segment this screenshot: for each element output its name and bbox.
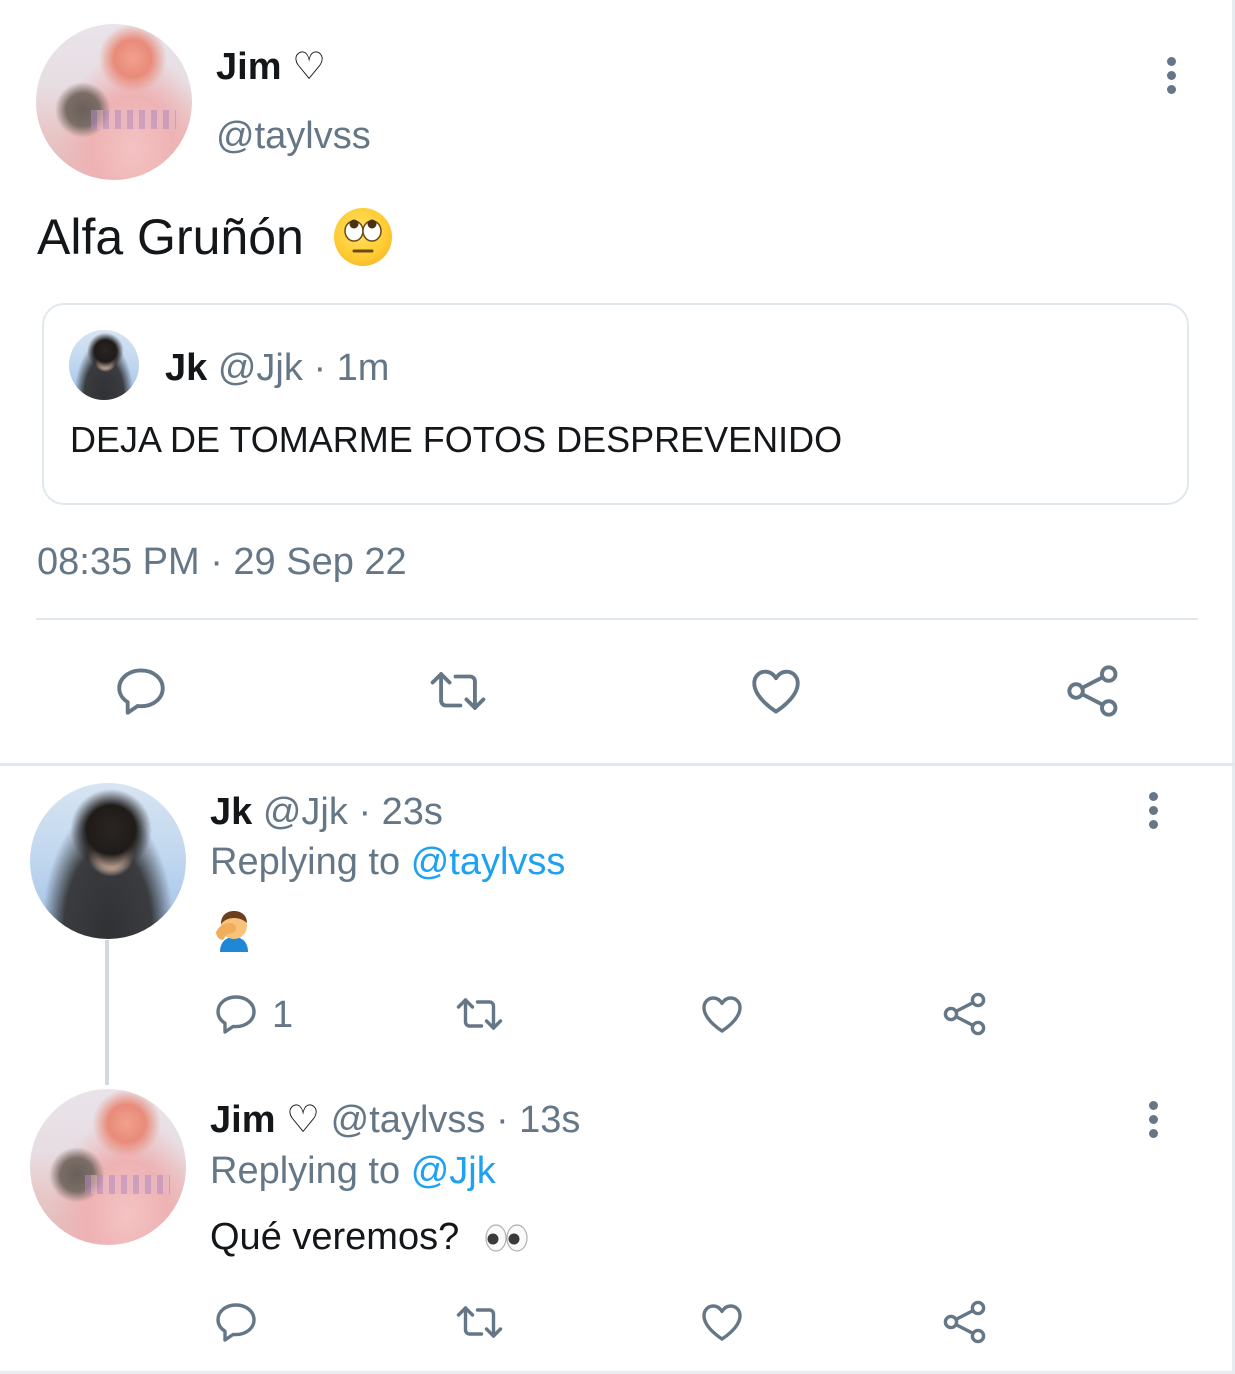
tweet-timestamp[interactable]: 08:35 PM · 29 Sep 22 [37, 540, 407, 584]
more-options-icon[interactable] [1148, 1101, 1158, 1138]
share-icon[interactable] [940, 990, 990, 1038]
like-icon[interactable] [746, 662, 806, 720]
reply-author-handle[interactable]: @Jjk [263, 791, 348, 833]
like-icon[interactable] [697, 1298, 747, 1346]
author-handle[interactable]: @taylvss [216, 114, 371, 158]
reply-author-name[interactable]: Jk [210, 791, 252, 833]
replying-to-label: Replying to [210, 1150, 401, 1192]
quoted-text: DEJA DE TOMARME FOTOS DESPREVENIDO [70, 419, 843, 460]
reply-icon[interactable] [212, 990, 260, 1038]
retweet-icon[interactable] [452, 1298, 507, 1346]
reply-text-content: Qué veremos? [210, 1216, 460, 1258]
reply-avatar[interactable] [30, 1089, 186, 1245]
quoted-header: Jk @Jjk · 1m [165, 346, 389, 390]
reply-header: Jim ♡ @taylvss · 13s [210, 1098, 580, 1142]
reply-icon[interactable] [212, 1298, 260, 1346]
quoted-time: · 1m [313, 347, 390, 389]
replying-to: Replying to @Jjk [210, 1149, 496, 1193]
replying-to-label: Replying to [210, 841, 401, 883]
replying-to-handle[interactable]: @taylvss [411, 841, 566, 883]
tweet-text: Alfa Gruñón [37, 208, 304, 266]
tweet-text-content: Alfa Gruñón [37, 209, 304, 265]
reply-time: · 23s [358, 791, 443, 833]
divider [36, 618, 1198, 620]
author-name[interactable]: Jim ♡ [216, 45, 326, 89]
share-icon[interactable] [1064, 662, 1122, 720]
reply-author-name[interactable]: Jim ♡ [210, 1099, 320, 1141]
thread-line [105, 940, 109, 1085]
man-facepalming-icon [212, 906, 256, 952]
reply-icon[interactable] [112, 662, 170, 720]
reply-text: Qué veremos? [210, 1215, 459, 1259]
reply-count: 1 [272, 994, 294, 1036]
replying-to-handle[interactable]: @Jjk [411, 1150, 496, 1192]
reply-avatar[interactable] [30, 783, 186, 939]
eyes-icon [484, 1222, 530, 1254]
avatar[interactable] [36, 24, 192, 180]
quoted-author-name[interactable]: Jk [165, 347, 207, 389]
quoted-author-handle[interactable]: @Jjk [218, 347, 303, 389]
like-icon[interactable] [697, 990, 747, 1038]
face-with-rolling-eyes-icon [334, 208, 392, 266]
retweet-icon[interactable] [452, 990, 507, 1038]
reply-author-handle[interactable]: @taylvss [331, 1099, 486, 1141]
more-options-icon[interactable] [1148, 792, 1158, 829]
section-divider [0, 763, 1235, 766]
reply-time: · 13s [495, 1099, 581, 1141]
quoted-avatar[interactable] [69, 330, 139, 400]
more-options-icon[interactable] [1166, 57, 1176, 94]
share-icon[interactable] [940, 1298, 990, 1346]
replying-to: Replying to @taylvss [210, 840, 565, 884]
retweet-icon[interactable] [425, 662, 491, 720]
quoted-tweet-card[interactable] [42, 303, 1189, 505]
reply-header: Jk @Jjk · 23s [210, 790, 443, 834]
